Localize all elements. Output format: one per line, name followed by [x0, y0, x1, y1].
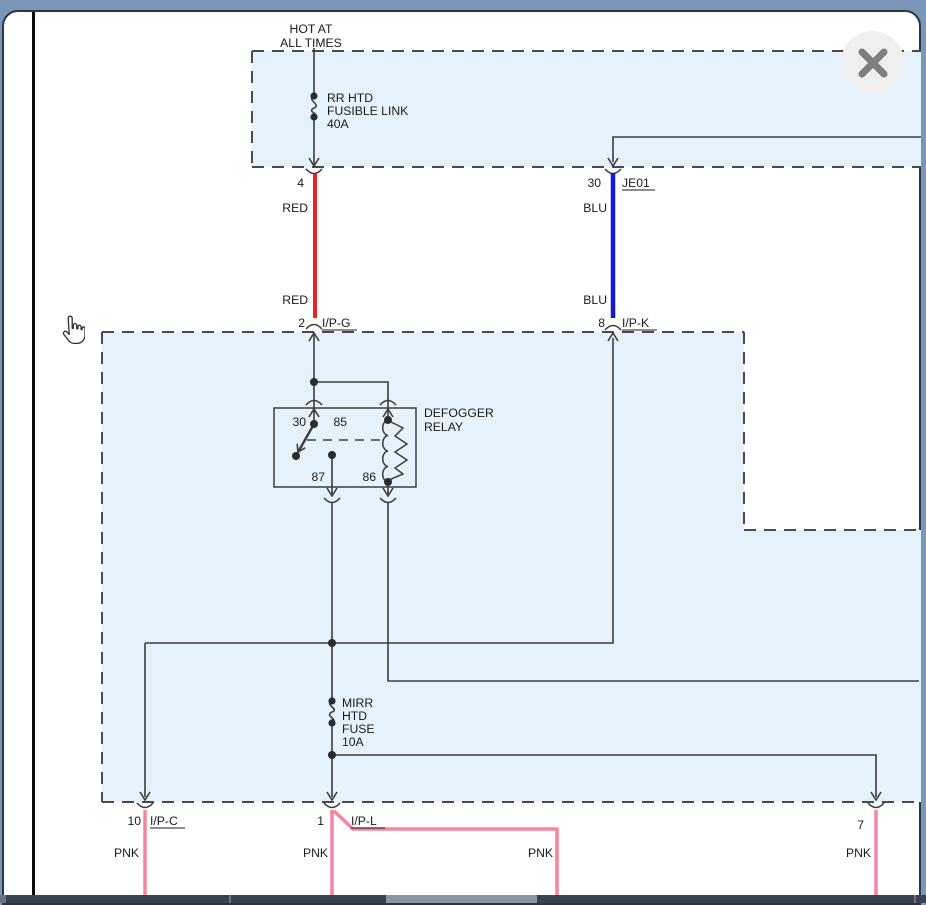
wire-color-pnk-4: PNK [846, 846, 871, 860]
pin-8: 8 [598, 316, 605, 330]
scrollbar-separator [914, 895, 916, 903]
fuse-label-3: FUSE [342, 722, 375, 736]
fuse-label-4: 10A [342, 735, 365, 749]
close-icon [856, 46, 890, 80]
connector-arc [605, 169, 621, 174]
wire-color-blu-top: BLU [583, 201, 607, 215]
pin-2: 2 [298, 316, 305, 330]
horizontal-scrollbar[interactable] [0, 895, 926, 903]
scrollbar-corner [0, 895, 6, 903]
wire-color-pnk-2: PNK [303, 846, 328, 860]
pin-30: 30 [587, 176, 601, 190]
wire-color-red-bottom: RED [282, 293, 308, 307]
hand-cursor-icon [59, 315, 85, 349]
connector-arc [137, 803, 884, 808]
power-label-2: ALL TIMES [280, 36, 342, 50]
relay-name-1: DEFOGGER [424, 406, 494, 420]
scrollbar-separator [229, 895, 231, 903]
connector-arc [306, 169, 322, 174]
close-button[interactable] [841, 31, 904, 94]
relay-name-2: RELAY [424, 420, 463, 434]
relay-pin-86: 86 [362, 470, 376, 484]
splice-link-je01[interactable]: JE01 [622, 176, 650, 190]
connector-link-ipg[interactable]: I/P-G [322, 316, 350, 330]
connector-link-ipl[interactable]: I/P-L [351, 814, 377, 828]
connector-arc [605, 326, 621, 331]
fusible-link-label-1: RR HTD [327, 91, 373, 105]
wire-color-blu-bottom: BLU [583, 293, 607, 307]
pin-4: 4 [297, 176, 304, 190]
fuse-label-2: HTD [342, 709, 367, 723]
app-background: HOT AT ALL TIMES RR HTD FUSIBLE LINK 40A… [0, 0, 926, 903]
connector-link-ipk[interactable]: I/P-K [622, 316, 649, 330]
fuse-label-1: MIRR [342, 696, 373, 710]
relay-pin-87: 87 [311, 470, 325, 484]
pin-10: 10 [127, 814, 141, 828]
wiring-diagram: HOT AT ALL TIMES RR HTD FUSIBLE LINK 40A… [0, 0, 926, 903]
pin-1: 1 [317, 814, 324, 828]
connector-arc [306, 325, 322, 330]
power-label-1: HOT AT [290, 22, 333, 36]
pink-wires [145, 810, 876, 896]
fusible-link-label-3: 40A [327, 117, 350, 131]
wire-color-red-top: RED [282, 201, 308, 215]
wire-color-pnk-3: PNK [528, 846, 553, 860]
junction-block-box [102, 332, 921, 802]
wire-color-pnk-1: PNK [114, 846, 139, 860]
scrollbar-thumb[interactable] [386, 895, 537, 903]
relay-pin-30: 30 [292, 415, 306, 429]
pin-7: 7 [857, 818, 864, 832]
fusible-link-label-2: FUSIBLE LINK [327, 104, 408, 118]
connector-link-ipc[interactable]: I/P-C [150, 814, 178, 828]
relay-pin-85: 85 [333, 415, 347, 429]
